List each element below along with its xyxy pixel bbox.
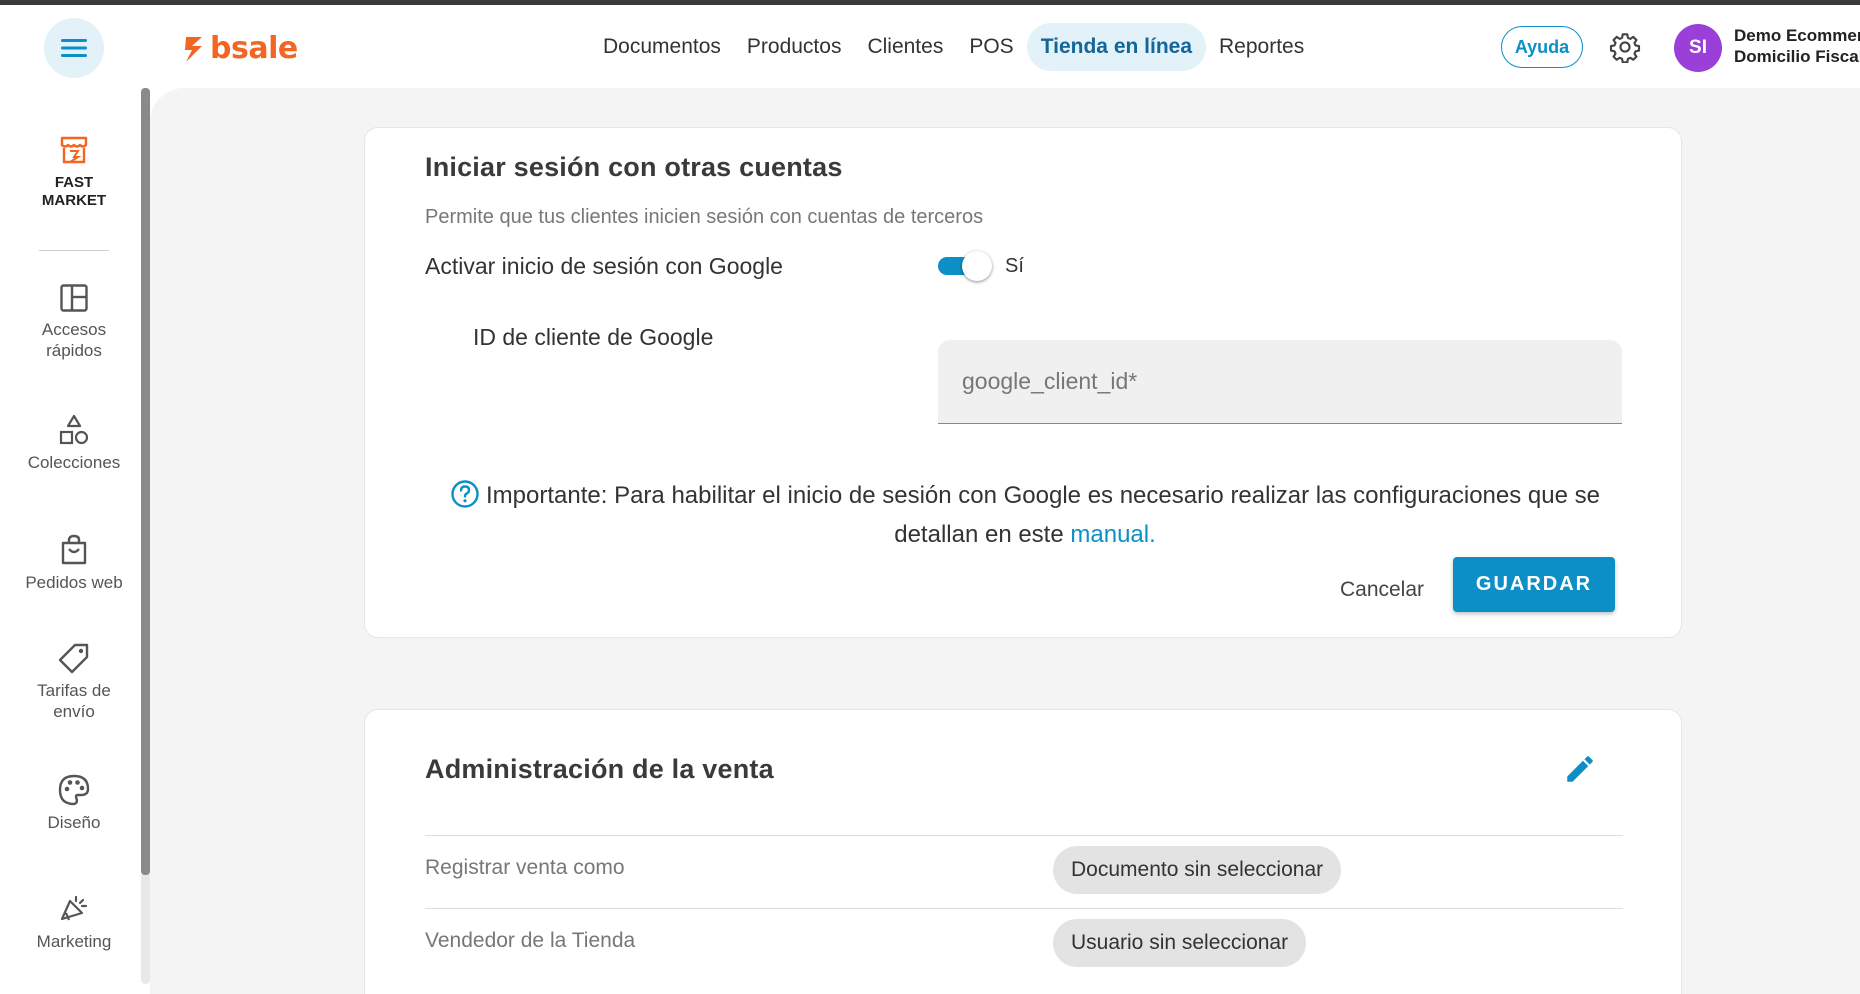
row-divider — [425, 835, 1623, 836]
cancel-button[interactable]: Cancelar — [1330, 568, 1434, 612]
row-label-vendedor: Vendedor de la Tienda — [425, 929, 636, 952]
help-button[interactable]: Ayuda — [1501, 26, 1583, 68]
toggle-state-label: Sí — [1005, 255, 1024, 277]
shapes-icon — [59, 414, 89, 445]
sidebar-scrollbar-thumb[interactable] — [141, 88, 150, 875]
bsale-logo-icon — [185, 37, 202, 62]
palette-icon — [58, 774, 90, 806]
sidebar-fast-label-2: MARKET — [41, 192, 107, 209]
sidebar-item-diseno[interactable]: Diseño — [0, 774, 148, 833]
nav-tienda-en-linea[interactable]: Tienda en línea — [1026, 23, 1207, 71]
save-button[interactable]: GUARDAR — [1453, 557, 1615, 612]
dashboard-layout-icon — [60, 284, 88, 312]
nav-clientes[interactable]: Clientes — [854, 23, 956, 71]
top-header: bsale Documentos Productos Clientes POS … — [0, 5, 1860, 90]
sidebar-item-accesos-rapidos[interactable]: Accesos rápidos — [0, 283, 148, 361]
sidebar-item-tarifas-envio[interactable]: Tarifas de envío — [0, 642, 148, 722]
login-card-title: Iniciar sesión con otras cuentas — [425, 152, 843, 182]
company-line-2: Domicilio Fiscal — [1734, 47, 1860, 66]
google-login-toggle-label: Activar inicio de sesión con Google — [425, 253, 783, 279]
megaphone-icon — [60, 895, 88, 921]
sidebar-item-fast-market[interactable]: FAST MARKET — [0, 134, 148, 210]
sales-card-title: Administración de la venta — [425, 754, 774, 784]
important-note: Importante: Para habilitar el inicio de … — [425, 476, 1625, 554]
sidebar-label-accesos: Accesos rápidos — [41, 320, 107, 360]
row-label-registrar-venta: Registrar venta como — [425, 856, 625, 879]
storefront-icon — [60, 136, 88, 164]
sales-admin-card: Administración de la venta Registrar ven… — [364, 709, 1682, 994]
sidebar-label-tarifas: Tarifas de envío — [37, 681, 111, 721]
login-card-subtitle: Permite que tus clientes inicien sesión … — [425, 206, 984, 228]
sidebar-label-marketing: Marketing — [36, 932, 112, 951]
main-nav: Documentos Productos Clientes POS Tienda… — [590, 22, 1317, 72]
nav-productos[interactable]: Productos — [734, 23, 855, 71]
main-content: Iniciar sesión con otras cuentas Permite… — [150, 88, 1860, 994]
price-tag-icon — [58, 643, 89, 674]
nav-pos[interactable]: POS — [956, 23, 1026, 71]
google-login-toggle[interactable] — [938, 251, 992, 281]
sidebar-scrollbar[interactable] — [141, 88, 150, 984]
company-line-1: Demo Ecommerce — [1734, 26, 1860, 45]
sidebar-item-colecciones[interactable]: Colecciones — [0, 414, 148, 473]
sidebar-label-pedidos: Pedidos web — [25, 573, 123, 592]
shopping-bag-icon — [61, 534, 87, 565]
login-settings-card: Iniciar sesión con otras cuentas Permite… — [364, 127, 1682, 638]
company-name[interactable]: Demo Ecommerce Domicilio Fiscal — [1734, 25, 1860, 67]
sidebar-item-marketing[interactable]: Marketing — [0, 893, 148, 952]
google-client-id-input[interactable]: google_client_id* — [938, 340, 1622, 424]
seller-chip[interactable]: Usuario sin seleccionar — [1053, 919, 1307, 967]
edit-pencil-icon[interactable] — [1563, 752, 1597, 786]
gear-icon[interactable] — [1609, 31, 1641, 63]
sidebar-item-pedidos-web[interactable]: Pedidos web — [0, 534, 148, 593]
toggle-knob — [962, 251, 992, 281]
user-avatar[interactable]: SI — [1674, 24, 1722, 72]
hamburger-menu-button[interactable] — [44, 18, 104, 78]
google-client-id-placeholder: google_client_id* — [962, 368, 1138, 394]
menu-icon — [61, 39, 87, 57]
logo-text: bsale — [210, 31, 298, 66]
sidebar-label-diseno: Diseño — [47, 813, 101, 832]
nav-documentos[interactable]: Documentos — [590, 23, 734, 71]
google-client-id-label: ID de cliente de Google — [473, 324, 714, 350]
sidebar-divider — [39, 250, 109, 251]
bsale-logo[interactable]: bsale — [182, 31, 298, 67]
help-circle-icon — [451, 480, 479, 508]
row-divider — [425, 908, 1623, 909]
sidebar-fast-label-1: FAST — [54, 174, 94, 191]
nav-reportes[interactable]: Reportes — [1206, 23, 1317, 71]
manual-link[interactable]: manual. — [1070, 521, 1155, 548]
document-type-chip[interactable]: Documento sin seleccionar — [1053, 846, 1342, 894]
important-note-text: Importante: Para habilitar el inicio de … — [486, 482, 1600, 548]
sidebar-label-colecciones: Colecciones — [27, 453, 121, 472]
